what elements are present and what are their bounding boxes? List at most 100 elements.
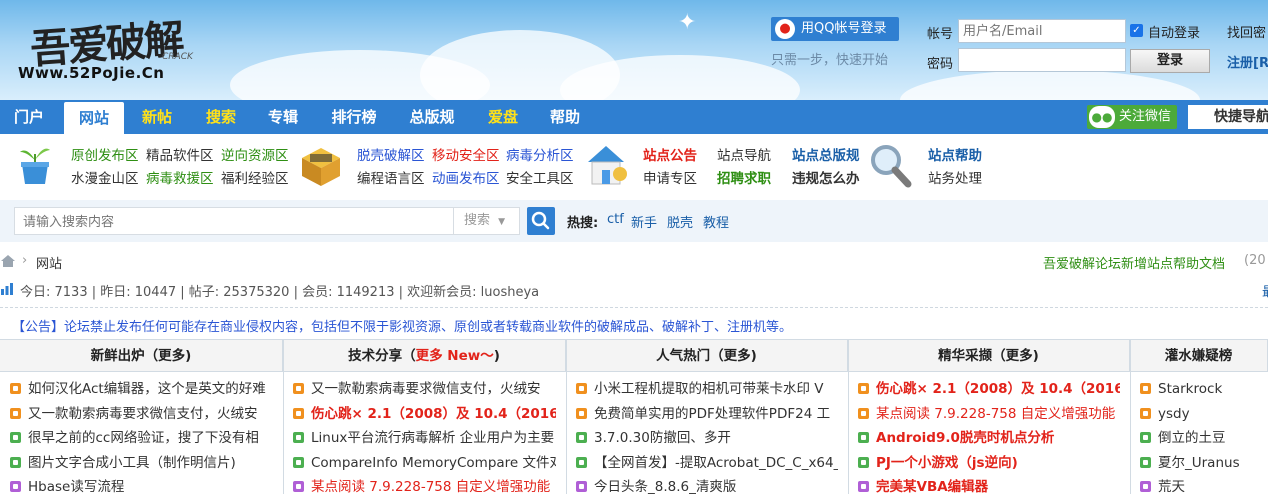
column-divider	[848, 340, 849, 494]
column-header-more[interactable]: 更多 New～	[416, 348, 494, 364]
thread-title: 完美某VBA编辑器	[876, 479, 989, 494]
login-button[interactable]: 登录	[1130, 49, 1210, 73]
nav-item-rules[interactable]: 总版规	[400, 100, 464, 134]
column-header[interactable]: 精华采撷（更多)	[848, 340, 1130, 372]
forum-link[interactable]: 精品软件区	[146, 144, 214, 164]
forum-link[interactable]: 站点总版规	[792, 144, 860, 164]
thread-row[interactable]: 某点阅读 7.9.228-758 自定义增强功能	[858, 403, 1120, 425]
forum-link[interactable]: 站点帮助	[928, 144, 982, 164]
forum-link[interactable]: 站点导航	[717, 144, 771, 164]
nav-item-aipan[interactable]: 爱盘	[478, 100, 528, 134]
thread-bullet-icon	[576, 456, 587, 468]
search-type-select[interactable]: 搜索 ▼	[454, 207, 520, 235]
forum-link[interactable]: 安全工具区	[506, 167, 574, 187]
forum-link[interactable]: 原创发布区	[71, 144, 139, 164]
forum-link[interactable]: 病毒分析区	[506, 144, 574, 164]
site-logo[interactable]: 吾爱破解 CRACK Www.52PoJie.Cn	[16, 8, 216, 88]
nav-item-new[interactable]: 新帖	[132, 100, 182, 134]
forum-link[interactable]: 病毒救援区	[146, 167, 214, 187]
search-input[interactable]	[14, 207, 454, 235]
thread-row[interactable]: Android9.0脱壳时机点分析	[858, 427, 1120, 449]
thread-row[interactable]: 小米工程机提取的相机可带莱卡水印 V	[576, 378, 838, 400]
thread-row[interactable]: ysdy	[1140, 403, 1258, 425]
thread-row[interactable]: 免费简单实用的PDF处理软件PDF24 工	[576, 403, 838, 425]
stats-right-link[interactable]: 最	[1262, 281, 1268, 300]
hot-search-word[interactable]: ctf	[607, 212, 624, 227]
thread-row[interactable]: Linux平台流行病毒解析 企业用户为主要	[293, 427, 556, 449]
thread-bullet-icon	[576, 481, 587, 492]
thread-row[interactable]: CompareInfo MemoryCompare 文件对	[293, 452, 556, 474]
home-icon[interactable]	[0, 254, 16, 268]
thread-title: 某点阅读 7.9.228-758 自定义增强功能	[876, 405, 1116, 422]
account-input[interactable]	[958, 19, 1126, 43]
forum-link[interactable]: 编程语言区	[357, 167, 425, 187]
forum-link[interactable]: 水漫金山区	[71, 167, 139, 187]
wechat-follow-button[interactable]: ●● 关注微信	[1087, 105, 1177, 129]
thread-title: CompareInfo MemoryCompare 文件对	[311, 454, 556, 471]
forum-link[interactable]: 福利经验区	[221, 167, 289, 187]
thread-row[interactable]: Starkrock	[1140, 378, 1258, 400]
nav-item-help[interactable]: 帮助	[540, 100, 590, 134]
forum-link[interactable]: 申请专区	[643, 167, 697, 187]
register-link[interactable]: 注册[R	[1227, 52, 1268, 71]
forum-link[interactable]: 脱壳破解区	[357, 144, 425, 164]
hot-search-word[interactable]: 脱壳	[667, 212, 693, 231]
thread-row[interactable]: 夏尔_Uranus	[1140, 452, 1258, 474]
nav-item-portal[interactable]: 门户	[4, 100, 54, 134]
thread-bullet-icon	[858, 481, 869, 492]
thread-title: 【全网首发】-提取Acrobat_DC_C_x64_2	[594, 454, 838, 471]
nav-item-album[interactable]: 专辑	[258, 100, 308, 134]
password-input[interactable]	[958, 48, 1126, 72]
hot-search-word[interactable]: 新手	[631, 212, 657, 231]
forum-link[interactable]: 站务处理	[928, 167, 982, 187]
column-header[interactable]: 技术分享（更多 New～)	[283, 340, 566, 372]
thread-bullet-icon	[293, 407, 304, 419]
auto-login-checkbox[interactable]: ✓	[1130, 24, 1143, 37]
hot-search-word[interactable]: 教程	[703, 212, 729, 231]
nav-item-ranking[interactable]: 排行榜	[322, 100, 386, 134]
forum-link[interactable]: 动画发布区	[432, 167, 500, 187]
thread-row[interactable]: 图片文字合成小工具（制作明信片)	[10, 452, 273, 474]
column-header[interactable]: 新鲜出炉（更多)	[0, 340, 283, 372]
thread-bullet-icon	[10, 407, 21, 419]
thread-title: 伤心跳× 2.1（2008）及 10.4（2016)	[311, 405, 556, 422]
thread-row[interactable]: 倒立的土豆	[1140, 427, 1258, 449]
column-header[interactable]: 人气热门（更多)	[566, 340, 848, 372]
column-header[interactable]: 灌水嫌疑榜	[1130, 340, 1268, 372]
thread-row[interactable]: 又一款勒索病毒要求微信支付，火绒安	[293, 378, 556, 400]
thread-row[interactable]: PJ一个小游戏（js逆向)	[858, 452, 1120, 474]
quick-nav-button[interactable]: 快捷导航	[1188, 105, 1268, 129]
thread-row[interactable]: Hbase读写流程	[10, 476, 273, 494]
forum-link[interactable]: 站点公告	[643, 144, 697, 164]
help-doc-link[interactable]: 吾爱破解论坛新增站点帮助文档	[1043, 253, 1225, 272]
thread-title: 图片文字合成小工具（制作明信片)	[28, 454, 236, 471]
thread-row[interactable]: 【全网首发】-提取Acrobat_DC_C_x64_2	[576, 452, 838, 474]
thread-bullet-icon	[576, 383, 587, 394]
forum-link[interactable]: 违规怎么办	[792, 167, 860, 187]
nav-item-site[interactable]: 网站	[64, 102, 124, 134]
magnifier-icon	[871, 145, 912, 188]
breadcrumb-current[interactable]: 网站	[36, 253, 62, 272]
thread-row[interactable]: 完美某VBA编辑器	[858, 476, 1120, 494]
forum-link[interactable]: 移动安全区	[432, 144, 500, 164]
thread-row[interactable]: 今日头条_8.8.6_清爽版	[576, 476, 838, 494]
forum-link[interactable]: 招聘求职	[717, 167, 771, 187]
find-password-link[interactable]: 找回密	[1227, 22, 1266, 41]
thread-row[interactable]: 某点阅读 7.9.228-758 自定义增强功能	[293, 476, 556, 494]
thread-row[interactable]: 如何汉化Act编辑器，这个是英文的好难	[10, 378, 273, 400]
qq-login-button[interactable]: ● 用QQ帐号登录	[771, 17, 899, 41]
thread-title: 又一款勒索病毒要求微信支付，火绒安	[28, 405, 258, 422]
search-button[interactable]	[527, 207, 555, 235]
column-divider	[1130, 340, 1131, 494]
thread-title: 又一款勒索病毒要求微信支付，火绒安	[311, 381, 541, 397]
thread-row[interactable]: 伤心跳× 2.1（2008）及 10.4（2016)	[293, 403, 556, 425]
thread-row[interactable]: 荒天	[1140, 476, 1258, 494]
thread-row[interactable]: 很早之前的cc网络验证，搜了下没有相	[10, 427, 273, 449]
plant-icon	[20, 148, 50, 184]
thread-row[interactable]: 3.7.0.30防撤回、多开	[576, 427, 838, 449]
forum-link[interactable]: 逆向资源区	[221, 144, 289, 164]
thread-row[interactable]: 又一款勒索病毒要求微信支付，火绒安	[10, 403, 273, 425]
nav-item-search[interactable]: 搜索	[196, 100, 246, 134]
thread-row[interactable]: 伤心跳× 2.1（2008）及 10.4（2016)	[858, 378, 1120, 400]
notice-text[interactable]: 【公告】论坛禁止发布任何可能存在商业侵权内容，包括但不限于影视资源、原创或者转载…	[12, 316, 792, 335]
